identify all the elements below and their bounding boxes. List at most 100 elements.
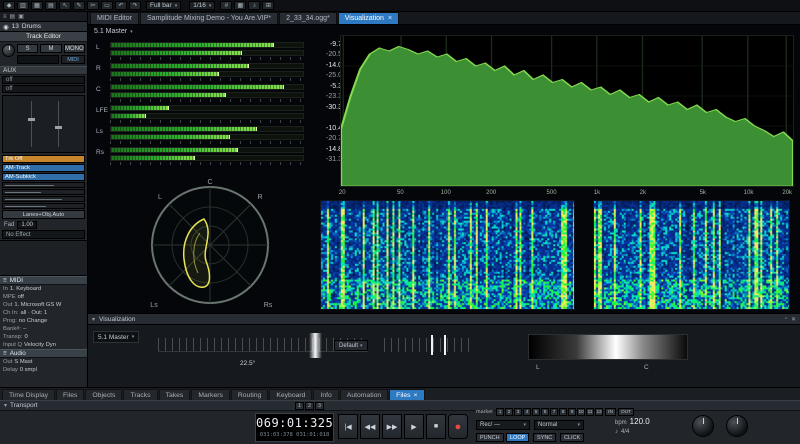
collapse-icon[interactable]: ▾ (92, 316, 95, 323)
headphone-volume-knob[interactable] (726, 415, 748, 437)
click-button[interactable]: CLICK (560, 433, 584, 442)
lanes-obj-auto-button[interactable]: Lanes+Obj.Auto (2, 210, 85, 219)
close-icon[interactable]: × (388, 15, 392, 22)
metronome-icon[interactable]: ♪ (248, 1, 260, 10)
grid-size-select[interactable]: 1/16 (189, 1, 215, 10)
time-display[interactable]: 069:01:325 031:03:378 031:01:018 (255, 413, 334, 442)
midi-setting-row[interactable]: Transp: 0 (0, 333, 87, 341)
cut-tool-icon[interactable]: ✂ (87, 1, 99, 10)
float-panel-icon[interactable]: ▫ (785, 316, 787, 322)
audio-setting-row[interactable]: Out S Mast (0, 358, 87, 366)
strip-header[interactable]: ▾ Visualization ▫ ✕ (88, 314, 800, 325)
mini-slider[interactable] (2, 189, 85, 195)
mute-button[interactable]: M (40, 44, 61, 53)
play-mode-select[interactable]: Normal (534, 420, 584, 430)
pan-fader-box[interactable] (2, 95, 85, 153)
manager-tab[interactable]: Routing (231, 389, 268, 400)
track-header[interactable]: ◉ 13 Drums (0, 22, 87, 32)
record-mode-select[interactable]: Rec/ — (476, 420, 530, 430)
transport-header[interactable]: ▾ Transport (0, 401, 800, 411)
object-tool-icon[interactable]: ▭ (101, 1, 113, 10)
pin-icon[interactable]: ▣ (18, 13, 24, 20)
go-to-start-button[interactable]: |◀ (338, 414, 358, 439)
aux-send-slot[interactable]: off (2, 85, 85, 93)
manager-tab[interactable]: Keyboard (269, 389, 312, 400)
fader-handle[interactable] (28, 118, 35, 121)
close-icon[interactable]: ✕ (791, 316, 796, 323)
fx-slot[interactable]: AM-Subkick (2, 173, 85, 181)
marker-button[interactable]: 11 (586, 408, 594, 416)
manager-tab[interactable]: Time Display (2, 389, 55, 400)
document-tab[interactable]: Visualization × (338, 12, 399, 24)
manager-tab[interactable]: Tracks (123, 389, 157, 400)
rewind-button[interactable]: ◀◀ (360, 414, 380, 439)
punch-button[interactable]: PUNCH (476, 433, 504, 442)
audio-setting-row[interactable]: Delay 0 smpl (0, 366, 87, 374)
solo-button[interactable]: S (17, 44, 38, 53)
preset-button[interactable]: 3 (315, 402, 324, 410)
midi-toggle[interactable]: MIDI (61, 55, 85, 64)
mixer-icon[interactable]: ▦ (31, 1, 43, 10)
sync-button[interactable]: SYNC (533, 433, 556, 442)
marker-button[interactable]: 1 (496, 408, 504, 416)
app-icon[interactable]: ◆ (3, 1, 15, 10)
marker-button[interactable]: 7 (550, 408, 558, 416)
fader-handle[interactable] (55, 126, 62, 129)
effect-slot[interactable]: No Effect (2, 230, 85, 239)
document-tab[interactable]: 2_33_34.ogg* (279, 12, 337, 24)
audio-section-header[interactable]: ≡ Audio (0, 349, 87, 358)
close-icon[interactable]: × (414, 392, 418, 399)
marker-button[interactable]: 8 (559, 408, 567, 416)
meter-source-select[interactable]: 5.1 Master (94, 28, 133, 35)
snap-icon[interactable]: # (220, 1, 232, 10)
bpm-value[interactable]: 120.0 (630, 417, 650, 426)
default-preset-button[interactable]: Default (334, 340, 368, 351)
undo-icon[interactable]: ↶ (115, 1, 127, 10)
forward-button[interactable]: ▶▶ (382, 414, 402, 439)
document-tab[interactable]: MIDI Editor (90, 12, 139, 24)
midi-setting-row[interactable]: Bank#: – (0, 325, 87, 333)
strip-source-select[interactable]: 5.1 Master (93, 331, 139, 343)
menu-icon[interactable]: ≡ (3, 14, 7, 20)
track-volume-knob[interactable] (2, 44, 15, 57)
track-list-icon[interactable]: ▤ (10, 13, 16, 20)
marker-button[interactable]: 4 (523, 408, 531, 416)
marker-in-button[interactable]: IN (605, 408, 616, 416)
marker-button[interactable]: 10 (577, 408, 585, 416)
midi-setting-row[interactable]: Prog: no Change (0, 317, 87, 325)
aux-send-slot[interactable]: off (2, 76, 85, 84)
draw-tool-icon[interactable]: ✎ (73, 1, 85, 10)
manager-tab[interactable]: Automation (340, 389, 388, 400)
mini-slider[interactable] (2, 203, 85, 209)
manager-tab[interactable]: Files × (389, 389, 424, 400)
marker-button[interactable]: 3 (514, 408, 522, 416)
aux-section-header[interactable]: AUX (0, 66, 87, 75)
manager-tab[interactable]: Info (313, 389, 338, 400)
time-signature[interactable]: 4/4 (621, 429, 629, 435)
full-bar-select[interactable]: Full bar (146, 1, 181, 10)
midi-setting-row[interactable]: Ch In: all · Out: 1 (0, 309, 87, 317)
record-button[interactable]: ● (448, 414, 468, 439)
marker-button[interactable]: 12 (595, 408, 603, 416)
midi-section-header[interactable]: ≡ MIDI (0, 276, 87, 285)
collapse-icon[interactable]: ▾ (4, 402, 7, 409)
docker-icon[interactable]: ▤ (45, 1, 57, 10)
manager-tab[interactable]: Takes (159, 389, 191, 400)
mini-slider[interactable] (2, 182, 85, 188)
monitor-volume-knob[interactable] (692, 415, 714, 437)
marker-button[interactable]: 9 (568, 408, 576, 416)
marker-button[interactable]: 5 (532, 408, 540, 416)
fx-slot[interactable]: Trk Off (2, 155, 85, 163)
loop-button[interactable]: LOOP (506, 433, 529, 442)
midi-setting-row[interactable]: MPE off (0, 293, 87, 301)
arrange-window-icon[interactable]: ▥ (17, 1, 29, 10)
midi-setting-row[interactable]: Out 1. Microsoft GS W (0, 301, 87, 309)
redo-icon[interactable]: ↷ (129, 1, 141, 10)
manager-tab[interactable]: Files (56, 389, 84, 400)
midi-setting-row[interactable]: Input Q Velocity Dyn (0, 341, 87, 349)
fade-value[interactable]: 1.00 (17, 221, 37, 229)
document-tab[interactable]: Samplitude Mixing Demo - You Are.VIP* (140, 12, 278, 24)
stop-button[interactable]: ■ (426, 414, 446, 439)
mini-slider[interactable] (2, 196, 85, 202)
marker-button[interactable]: 2 (505, 408, 513, 416)
